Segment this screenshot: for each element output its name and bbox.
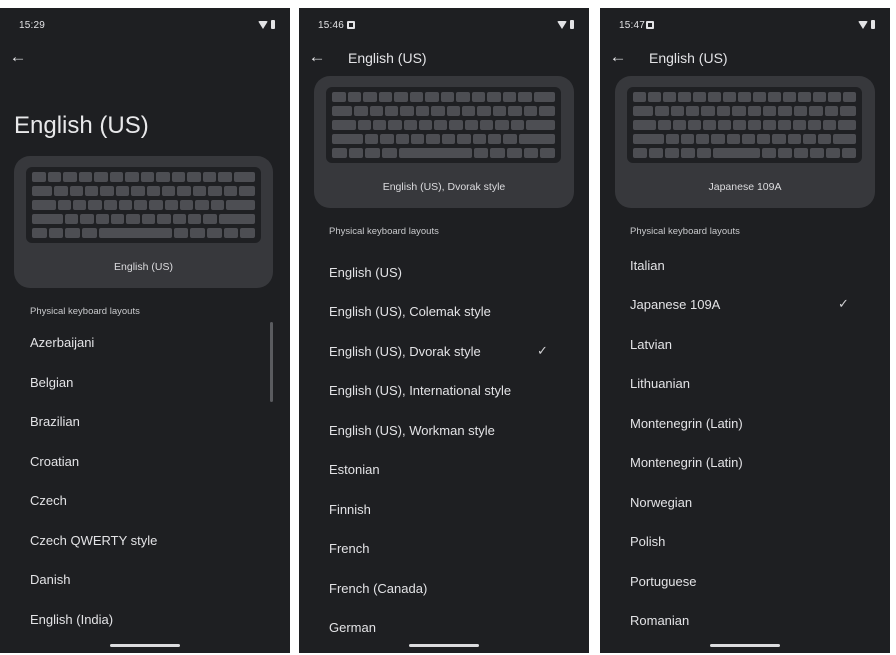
layout-item-belgian[interactable]: Belgian xyxy=(30,375,73,390)
keyboard-preview-card: English (US) xyxy=(14,156,273,288)
section-header: Physical keyboard layouts xyxy=(630,226,740,237)
layout-item-french-canada[interactable]: French (Canada) xyxy=(329,581,427,596)
layout-item-portuguese[interactable]: Portuguese xyxy=(630,574,697,589)
layout-item-estonian[interactable]: Estonian xyxy=(329,462,380,477)
keyboard-preview-image xyxy=(26,167,261,243)
layout-item-italian[interactable]: Italian xyxy=(630,258,665,273)
layout-item-latvian[interactable]: Latvian xyxy=(630,337,672,352)
section-header: Physical keyboard layouts xyxy=(329,226,439,237)
layout-item-french[interactable]: French xyxy=(329,541,369,556)
keyboard-preview-caption: English (US) xyxy=(114,261,173,273)
back-arrow-icon[interactable]: ← xyxy=(608,47,628,67)
status-bar: 15:47 xyxy=(600,20,890,34)
status-time: 15:47 xyxy=(619,20,646,31)
layout-item-azerbaijani[interactable]: Azerbaijani xyxy=(30,335,94,350)
layout-item-romanian[interactable]: Romanian xyxy=(630,613,689,628)
layout-item-danish[interactable]: Danish xyxy=(30,572,70,587)
page-title: English (US) xyxy=(649,50,728,66)
scrollbar[interactable] xyxy=(270,322,273,402)
check-icon: ✓ xyxy=(537,343,548,358)
settings-screen-2: 15:46 ← English (US) English (US), Dvora… xyxy=(299,8,589,653)
layout-item-croatian[interactable]: Croatian xyxy=(30,454,79,469)
wifi-icon xyxy=(858,21,868,29)
layout-item-english-us[interactable]: English (US) xyxy=(329,265,402,280)
check-icon: ✓ xyxy=(838,296,849,311)
wifi-icon xyxy=(557,21,567,29)
layout-item-czech[interactable]: Czech xyxy=(30,493,67,508)
notification-icon xyxy=(347,21,355,29)
settings-screen-3: 15:47 ← English (US) Japanese 109A Physi… xyxy=(600,8,890,653)
back-arrow-icon[interactable]: ← xyxy=(8,47,28,67)
status-bar: 15:29 xyxy=(0,20,290,34)
status-time: 15:29 xyxy=(19,20,46,31)
layout-item-english-us-colemak[interactable]: English (US), Colemak style xyxy=(329,304,491,319)
layout-item-czech-qwerty[interactable]: Czech QWERTY style xyxy=(30,533,157,548)
gesture-nav-handle[interactable] xyxy=(710,644,780,647)
keyboard-preview-caption: English (US), Dvorak style xyxy=(382,181,506,193)
battery-icon xyxy=(271,20,275,29)
battery-icon xyxy=(871,20,875,29)
status-bar: 15:46 xyxy=(299,20,589,34)
layout-item-english-india[interactable]: English (India) xyxy=(30,612,113,627)
keyboard-preview-card: Japanese 109A xyxy=(615,76,875,208)
layout-item-montenegrin-latin[interactable]: Montenegrin (Latin) xyxy=(630,416,743,431)
layout-item-lithuanian[interactable]: Lithuanian xyxy=(630,376,690,391)
page-title: English (US) xyxy=(348,50,427,66)
layout-item-norwegian[interactable]: Norwegian xyxy=(630,495,692,510)
layout-item-japanese-109a[interactable]: Japanese 109A xyxy=(630,297,720,312)
notification-icon xyxy=(646,21,654,29)
layout-item-finnish[interactable]: Finnish xyxy=(329,502,371,517)
layout-item-brazilian[interactable]: Brazilian xyxy=(30,414,80,429)
battery-icon xyxy=(570,20,574,29)
layout-item-english-us-dvorak[interactable]: English (US), Dvorak style xyxy=(329,344,481,359)
back-arrow-icon[interactable]: ← xyxy=(307,47,327,67)
section-header: Physical keyboard layouts xyxy=(30,306,140,317)
settings-screen-1: 15:29 ← English (US) English (US) Physic… xyxy=(0,8,290,653)
gesture-nav-handle[interactable] xyxy=(409,644,479,647)
layout-item-polish[interactable]: Polish xyxy=(630,534,665,549)
keyboard-preview-card: English (US), Dvorak style xyxy=(314,76,574,208)
keyboard-preview-image xyxy=(627,87,862,163)
layout-item-montenegrin-latin-2[interactable]: Montenegrin (Latin) xyxy=(630,455,743,470)
gesture-nav-handle[interactable] xyxy=(110,644,180,647)
layout-item-english-us-international[interactable]: English (US), International style xyxy=(329,383,511,398)
keyboard-preview-caption: Japanese 109A xyxy=(708,181,782,193)
page-title: English (US) xyxy=(14,112,149,139)
status-time: 15:46 xyxy=(318,20,345,31)
keyboard-preview-image xyxy=(326,87,561,163)
layout-item-german[interactable]: German xyxy=(329,620,376,635)
layout-item-english-us-workman[interactable]: English (US), Workman style xyxy=(329,423,495,438)
wifi-icon xyxy=(258,21,268,29)
